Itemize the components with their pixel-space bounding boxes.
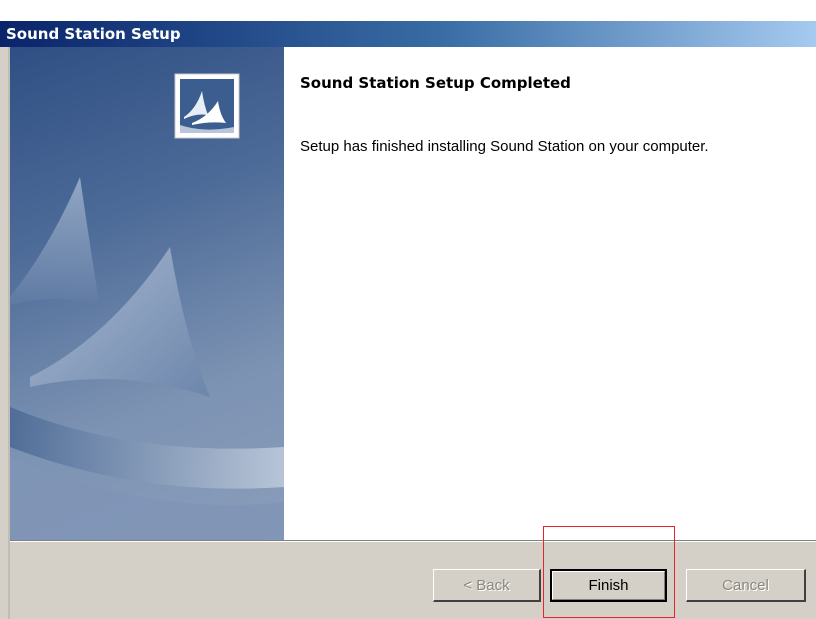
button-separator: [10, 540, 816, 542]
sail-logo-icon: [174, 73, 240, 139]
window-title: Sound Station Setup: [6, 25, 181, 43]
completion-heading: Sound Station Setup Completed: [300, 74, 571, 92]
setup-window: Sound Station Setup Sound Station Setup …: [0, 0, 816, 619]
finish-button-label: Finish: [588, 577, 629, 594]
back-button-label: < Back: [463, 576, 510, 594]
cancel-button[interactable]: Cancel: [686, 569, 806, 602]
content-panel: Sound Station Setup Completed Setup has …: [284, 47, 816, 540]
top-strip: [0, 0, 816, 21]
finish-button[interactable]: Finish: [550, 569, 667, 602]
setup-banner: [10, 47, 284, 540]
dialog-client-area: Sound Station Setup Completed Setup has …: [0, 47, 816, 619]
back-button[interactable]: < Back: [433, 569, 541, 602]
banner-artwork: [10, 177, 284, 540]
completion-message: Setup has finished installing Sound Stat…: [300, 138, 709, 155]
cancel-button-label: Cancel: [722, 576, 769, 594]
title-bar[interactable]: Sound Station Setup: [0, 21, 816, 47]
